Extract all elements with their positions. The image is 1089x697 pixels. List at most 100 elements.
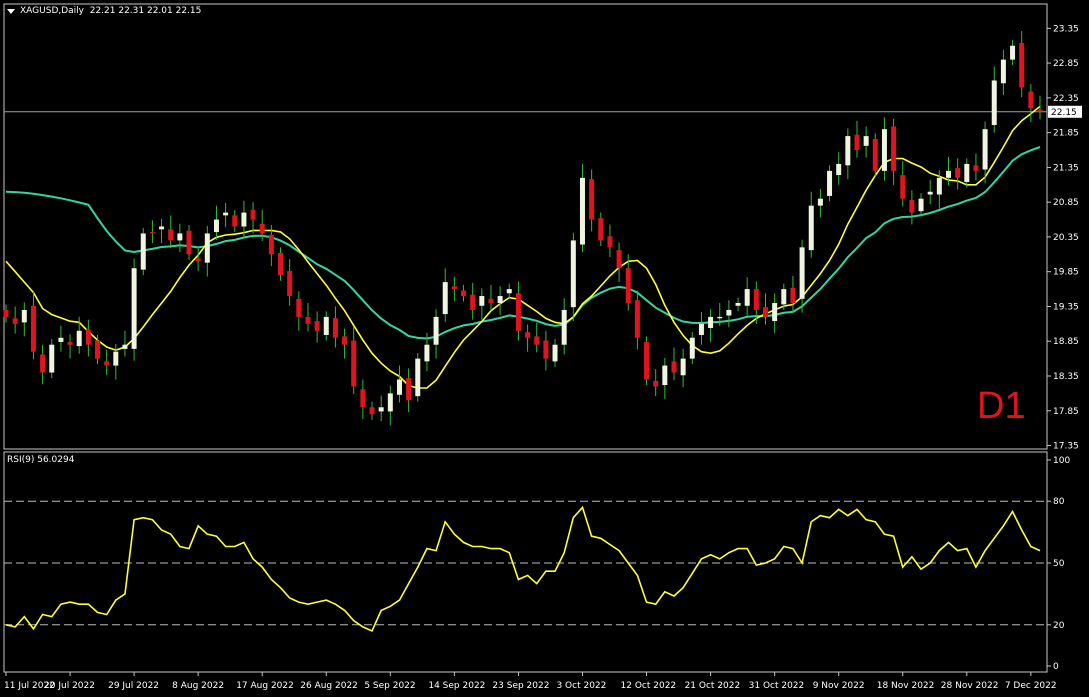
rsi-y-tick-label: 100 (1053, 456, 1070, 466)
candle-body (644, 341, 650, 380)
candle-body (854, 134, 860, 151)
candle-body (589, 179, 595, 220)
rsi-y-tick-label: 80 (1053, 497, 1065, 507)
candle-body (744, 289, 750, 306)
candle-body (827, 170, 833, 196)
candle-body (781, 289, 787, 305)
candle-body (964, 163, 970, 182)
candle-body (634, 300, 640, 338)
candle-body (689, 337, 695, 359)
candle-body (488, 298, 494, 303)
candle-body (881, 129, 887, 171)
candle-body (378, 407, 384, 412)
candle-body (360, 389, 366, 408)
x-axis-tick-label: 3 Oct 2022 (556, 681, 606, 691)
price-panel-title: XAGUSD,Daily 22.21 22.31 22.01 22.15 (20, 6, 202, 16)
candle-body (570, 240, 576, 308)
rsi-y-tick-label: 50 (1053, 559, 1065, 569)
price-y-tick-label: 21.85 (1053, 129, 1079, 139)
candle-body (278, 252, 284, 276)
candle-body (433, 316, 439, 345)
candle-body (268, 234, 274, 255)
price-y-tick-label: 23.35 (1053, 24, 1079, 34)
price-y-tick-label: 18.35 (1053, 372, 1079, 382)
candle-body (49, 344, 55, 373)
x-axis-tick-label: 21 Oct 2022 (685, 681, 741, 691)
candle-body (497, 296, 503, 303)
candle-body (1019, 42, 1025, 88)
candle-body (753, 289, 759, 310)
candle-body (891, 126, 897, 171)
candle-body (250, 209, 256, 220)
candle-body (607, 236, 613, 248)
candle-body (772, 302, 778, 322)
candle-body (515, 293, 521, 331)
candle-body (836, 163, 842, 176)
candle-body (543, 340, 549, 359)
candle-body (451, 286, 457, 290)
x-axis-tick-label: 28 Nov 2022 (941, 681, 999, 691)
candle-body (287, 271, 293, 297)
candle-body (918, 198, 924, 212)
candle-body (461, 290, 467, 297)
candle-body (351, 340, 357, 387)
candle-body (1028, 91, 1034, 109)
candle-body (323, 316, 329, 335)
candle-body (259, 223, 265, 234)
candle-body (936, 177, 942, 195)
chart-menu-arrow-icon[interactable] (7, 9, 15, 14)
candle-body (3, 309, 9, 317)
candle-body (534, 336, 540, 345)
candle-body (195, 258, 201, 262)
x-axis-tick-label: 8 Aug 2022 (172, 681, 224, 691)
price-y-tick-label: 20.85 (1053, 198, 1079, 208)
candle-body (342, 336, 348, 345)
candle-body (204, 233, 210, 263)
x-axis-tick-label: 18 Nov 2022 (877, 681, 935, 691)
candle-body (314, 321, 320, 331)
candle-body (991, 80, 997, 125)
candle-body (698, 323, 704, 335)
candle-body (680, 358, 686, 376)
candle-body (717, 316, 723, 319)
candle-body (186, 230, 192, 255)
candle-body (168, 229, 174, 241)
price-y-tick-label: 17.35 (1053, 442, 1079, 452)
candle-body (726, 309, 732, 316)
x-axis-tick-label: 7 Dec 2022 (1005, 681, 1057, 691)
candle-body (525, 332, 531, 338)
current-price-label: 22.15 (1051, 108, 1077, 118)
candle-body (1000, 59, 1006, 84)
candle-body (863, 136, 869, 146)
price-y-tick-label: 22.85 (1053, 59, 1079, 69)
candle-body (177, 233, 183, 241)
candle-body (241, 212, 247, 227)
candle-body (30, 305, 36, 352)
price-y-tick-label: 22.35 (1053, 94, 1079, 104)
candle-body (113, 351, 119, 366)
price-y-tick-label: 21.35 (1053, 163, 1079, 173)
x-axis-tick-label: 5 Sep 2022 (364, 681, 415, 691)
candle-body (21, 309, 27, 323)
candle-body (442, 282, 448, 315)
candle-body (159, 226, 165, 230)
candle-body (955, 168, 961, 178)
candle-body (973, 165, 979, 171)
candle-body (122, 344, 128, 349)
candle-body (396, 379, 402, 395)
candle-body (579, 177, 585, 245)
candle-body (662, 365, 668, 386)
candle-body (479, 296, 485, 306)
rsi-panel-title: RSI(9) 56.0294 (7, 455, 75, 465)
candle-body (945, 170, 951, 178)
candle-body (552, 344, 558, 362)
price-y-tick-label: 19.85 (1053, 268, 1079, 278)
candle-body (140, 233, 146, 270)
candle-body (406, 378, 412, 401)
candle-body (424, 344, 430, 362)
candle-body (76, 330, 82, 347)
rsi-panel-frame (3, 451, 1048, 673)
candle-body (213, 219, 219, 233)
candle-body (415, 358, 421, 397)
candle-body (653, 380, 659, 387)
